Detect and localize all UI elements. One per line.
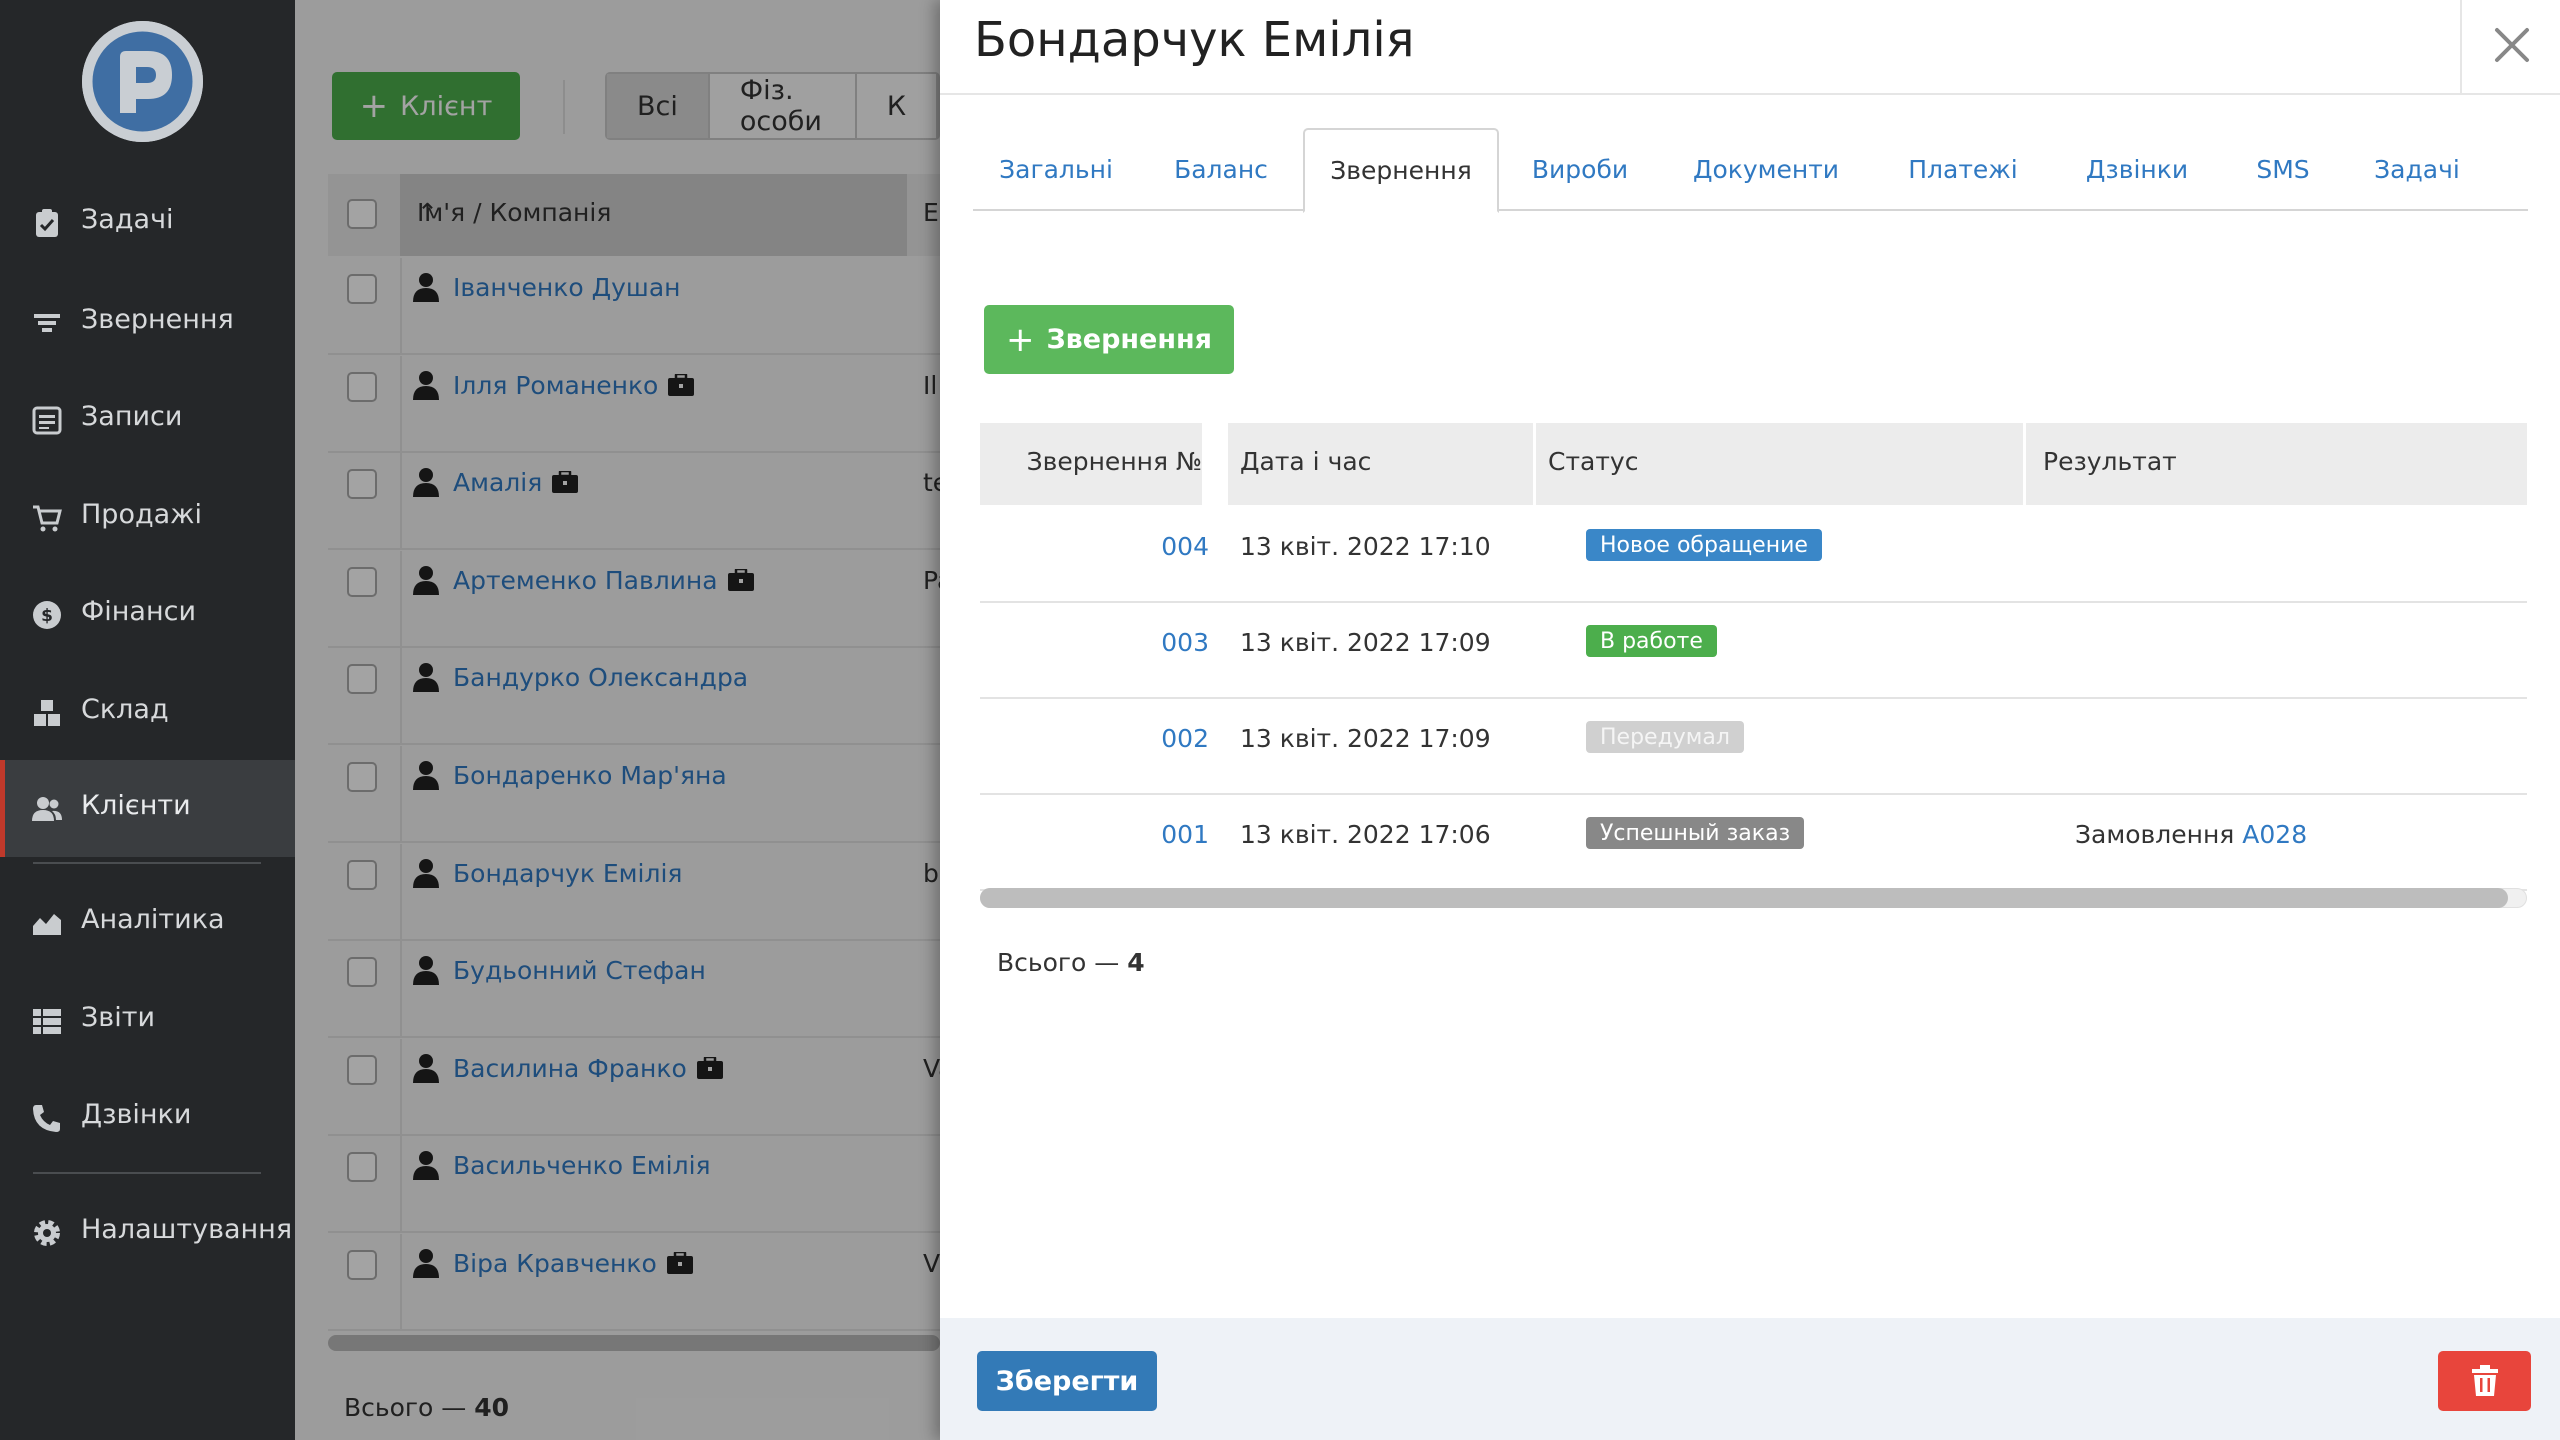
requests-scrollbar-thumb[interactable] — [980, 888, 2508, 908]
column-header-date: Дата і час — [1228, 423, 1533, 505]
requests-table-header: Звернення № Дата і час Статус Результат — [980, 423, 2527, 505]
requests-total: Всього — 4 — [997, 948, 1145, 977]
sidebar-item-calls[interactable]: Дзвінки — [0, 1069, 295, 1166]
status-badge: Новое обращение — [1586, 529, 1822, 561]
tab-tasks[interactable]: Задачі — [2347, 128, 2487, 211]
tab-general[interactable]: Загальні — [973, 128, 1139, 211]
sidebar-divider — [33, 1172, 261, 1174]
boxes-icon — [34, 700, 60, 726]
sidebar-item-clients[interactable]: Клієнти — [0, 760, 295, 857]
tab-requests[interactable]: Звернення — [1303, 128, 1499, 213]
status-badge: Успешный заказ — [1586, 817, 1805, 849]
delete-button[interactable] — [2438, 1351, 2531, 1411]
sidebar-divider — [33, 862, 261, 864]
request-number-link[interactable]: 001 — [980, 820, 1209, 849]
svg-text:$: $ — [41, 606, 53, 626]
sidebar-item-tasks[interactable]: Задачі — [0, 174, 295, 271]
sidebar-item-reports[interactable]: Звіти — [0, 972, 295, 1069]
phone-icon — [33, 1105, 60, 1132]
trash-icon — [2471, 1365, 2498, 1396]
modal-overlay[interactable] — [295, 0, 940, 1440]
tab-products[interactable]: Вироби — [1499, 128, 1661, 211]
sidebar-item-warehouse[interactable]: Склад — [0, 664, 295, 761]
calendar-list-icon — [32, 406, 62, 435]
column-header-number: Звернення № — [980, 423, 1202, 505]
crm-logo-icon[interactable] — [82, 21, 203, 142]
panel-header-divider — [940, 93, 2560, 95]
tab-sms[interactable]: SMS — [2219, 128, 2347, 211]
dollar-icon: $ — [33, 601, 61, 629]
order-link[interactable]: A028 — [2242, 820, 2307, 849]
request-date: 13 квіт. 2022 17:09 — [1240, 628, 1491, 657]
request-row: 002 13 квіт. 2022 17:09 Передумал — [980, 699, 2527, 795]
tab-balance[interactable]: Баланс — [1139, 128, 1303, 211]
users-icon — [32, 797, 62, 821]
panel-tabs: Загальні Баланс Звернення Вироби Докумен… — [973, 128, 2528, 213]
request-result: Замовлення A028 — [2075, 820, 2308, 849]
tab-documents[interactable]: Документи — [1661, 128, 1871, 211]
request-row: 003 13 квіт. 2022 17:09 В работе — [980, 603, 2527, 699]
clipboard-icon — [36, 209, 58, 237]
filter-icon — [34, 314, 60, 332]
sidebar-item-settings[interactable]: Налаштування — [0, 1184, 295, 1281]
plus-icon: + — [1005, 319, 1035, 360]
column-header-status: Статус — [1536, 423, 2023, 505]
sidebar: Задачі Звернення Записи Продажі $ Фінанс… — [0, 0, 295, 1440]
close-button[interactable] — [2460, 0, 2560, 93]
gear-icon — [34, 1220, 60, 1246]
request-date: 13 квіт. 2022 17:10 — [1240, 532, 1491, 561]
sidebar-item-finances[interactable]: $ Фінанси — [0, 566, 295, 663]
sidebar-item-analytics[interactable]: Аналітика — [0, 874, 295, 971]
request-number-link[interactable]: 003 — [980, 628, 1209, 657]
panel-footer: Зберегти — [940, 1318, 2560, 1440]
chart-area-icon — [33, 914, 61, 935]
add-request-button[interactable]: + Звернення — [984, 305, 1234, 374]
request-row: 001 13 квіт. 2022 17:06 Успешный заказ Замо… — [980, 795, 2527, 891]
request-number-link[interactable]: 002 — [980, 724, 1209, 753]
request-number-link[interactable]: 004 — [980, 532, 1209, 561]
status-badge: Передумал — [1586, 721, 1744, 753]
list-icon — [33, 1009, 61, 1034]
tab-calls[interactable]: Дзвінки — [2055, 128, 2219, 211]
status-badge: В работе — [1586, 625, 1717, 657]
sidebar-item-records[interactable]: Записи — [0, 371, 295, 468]
request-date: 13 квіт. 2022 17:06 — [1240, 820, 1491, 849]
save-button[interactable]: Зберегти — [977, 1351, 1157, 1411]
close-icon — [2495, 28, 2529, 62]
request-date: 13 квіт. 2022 17:09 — [1240, 724, 1491, 753]
sidebar-item-sales[interactable]: Продажі — [0, 469, 295, 566]
client-detail-panel: Бондарчук Емілія Загальні Баланс Звернен… — [940, 0, 2560, 1440]
sidebar-item-requests[interactable]: Звернення — [0, 274, 295, 371]
tab-payments[interactable]: Платежі — [1871, 128, 2055, 211]
column-header-result: Результат — [2026, 423, 2527, 505]
cart-icon — [33, 505, 62, 532]
request-row: 004 13 квіт. 2022 17:10 Новое обращение — [980, 507, 2527, 603]
panel-title: Бондарчук Емілія — [974, 12, 1415, 68]
